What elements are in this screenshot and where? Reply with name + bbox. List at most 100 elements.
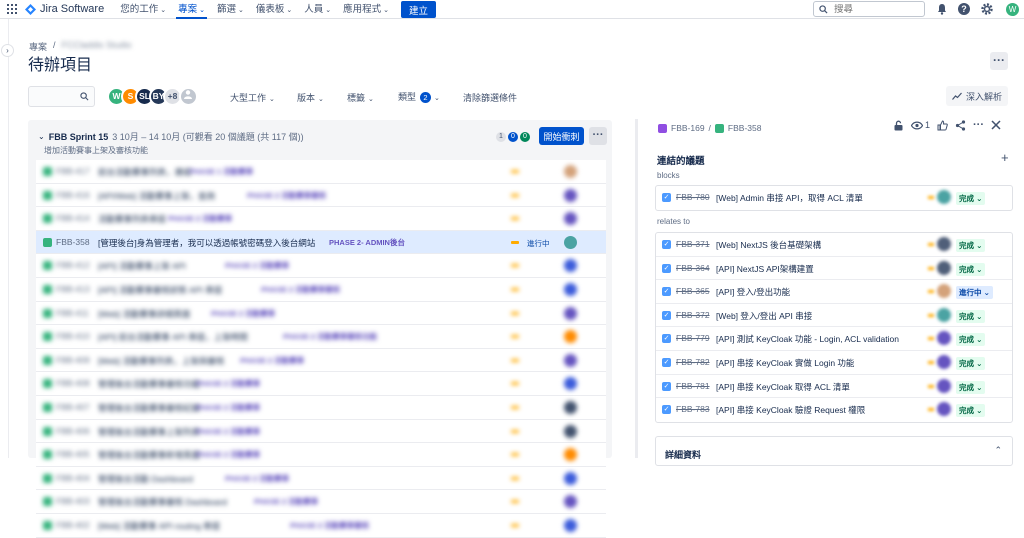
insights-button[interactable]: 深入解析 [946,86,1008,106]
linked-issue-row[interactable]: ✓ FBB-781 [API] 串接 KeyCloak 取得 ACL 清單 完成 ⌄ [656,375,1012,399]
linked-issue-summary[interactable]: [Web] NextJS 後台基礎架構 [716,239,821,251]
issue-summary[interactable]: [API] 活動賽事審核狀態 API 串接 [98,284,222,296]
issue-key[interactable]: FBB-402 [56,520,90,530]
settings-gear-icon[interactable] [980,2,994,16]
issue-key[interactable]: FBB-409 [56,355,90,365]
app-switcher-icon[interactable] [7,4,17,14]
assignee-avatar[interactable] [564,235,577,249]
assignee-avatar[interactable] [937,284,951,299]
add-people-button[interactable] [179,87,198,106]
epic-label[interactable]: PHASE 2 活動賽事審核 [290,520,369,531]
issue-summary[interactable]: 管理後台活動 Dashboard [98,473,193,485]
issue-key[interactable]: FBB-407 [56,402,90,412]
start-sprint-button[interactable]: 開始衝刺 [539,127,584,145]
add-link-plus-icon[interactable]: + [1001,150,1009,165]
linked-issue-summary[interactable]: [Web] 登入/登出 API 串接 [716,310,812,322]
assignee-avatar[interactable] [564,330,577,344]
user-avatar[interactable]: W [1006,3,1019,16]
issue-key[interactable]: FBB-417 [56,166,90,176]
issue-key[interactable]: FBB-411 [56,308,89,318]
nav-item[interactable]: 應用程式 ⌄ [337,0,395,19]
sprint-more-button[interactable]: ··· [589,127,607,145]
assignee-avatar[interactable] [564,282,577,296]
close-icon[interactable] [991,120,1001,130]
issue-row[interactable]: FBB-417 前台活動賽事列表，連結 PHASE 1 活動賽事 [36,160,606,184]
assignee-avatar[interactable] [564,471,577,485]
issue-key[interactable]: FBB-412 [56,260,90,270]
linked-issue-key[interactable]: FBB-783 [676,404,710,414]
epic-filter[interactable]: 大型工作 ⌄ [230,91,275,104]
issue-key[interactable]: FBB-403 [56,496,90,506]
issue-key[interactable]: FBB-358 [56,237,90,247]
epic-label[interactable]: PHASE 2 活動賽事 [254,496,318,507]
epic-label[interactable]: PHASE 2 活動賽事審核 [247,190,326,201]
issue-row[interactable]: FBB-413 [API] 活動賽事審核狀態 API 串接 PHASE 2 活動賽事… [36,277,606,302]
assignee-avatar[interactable] [937,260,951,275]
create-button[interactable]: 建立 [401,1,437,18]
chevron-down-icon[interactable]: ⌄ [38,132,45,141]
issue-summary[interactable]: 管理後台活動賽事新增頁面 [98,449,200,461]
assignee-avatar[interactable] [564,400,577,414]
epic-label[interactable]: PHASE 2 活動賽事 [168,213,232,224]
linked-issue-row[interactable]: ✓ FBB-779 [API] 測試 KeyCloak 功能 - Login, AC… [656,327,1012,351]
issue-row[interactable]: FBB-414 活動賽事列表串接 PHASE 2 活動賽事 [36,207,606,231]
epic-label[interactable]: PHASE 2 活動賽事 [196,449,260,460]
linked-issue-key[interactable]: FBB-779 [676,333,710,343]
linked-issue-key[interactable]: FBB-372 [676,310,710,320]
type-filter[interactable]: 類型 2 ⌄ [398,90,440,103]
status-dropdown[interactable]: 完成 ⌄ [956,380,986,394]
issue-row[interactable]: FBB-407 管理後台活動賽事審核紀錄 PHASE 2 活動賽事 [36,395,606,420]
issue-key[interactable]: FBB-410 [56,331,90,341]
issue-summary[interactable]: 管理後台活動賽事審核功能 [98,378,200,390]
linked-issue-row[interactable]: ✓ FBB-364 [API] NextJS API架構建置 完成 ⌄ [656,257,1012,281]
issue-key[interactable]: FBB-404 [56,473,90,483]
linked-issue-key[interactable]: FBB-365 [676,286,710,296]
issue-row[interactable]: FBB-404 管理後台活動 Dashboard PHASE 2 活動賽事 [36,466,606,491]
status-dropdown[interactable]: 完成 ⌄ [956,309,986,323]
linked-issue-row[interactable]: ✓ FBB-782 [API] 串接 KeyCloak 實做 Login 功能 完成 … [656,351,1012,375]
parent-issue-key[interactable]: FBB-169 [671,123,705,133]
status-dropdown[interactable]: 進行中 ⌄ [956,286,993,300]
issue-key[interactable]: FBB-358 [728,123,762,133]
linked-issue-key[interactable]: FBB-364 [676,263,710,273]
issue-summary[interactable]: [API] 活動賽事上架 API [98,260,186,272]
assignee-avatar[interactable] [564,165,577,178]
epic-label[interactable]: PHASE 2 活動賽事 [196,402,260,413]
label-filter[interactable]: 標籤 ⌄ [347,91,374,104]
issue-summary[interactable]: 前台活動賽事列表，連結 [98,166,192,178]
assignee-avatar[interactable] [564,377,577,391]
issue-summary[interactable]: [Web] 活動賽事列表，上架與審核 [98,355,224,367]
epic-label[interactable]: PHASE 2 活動賽事 [240,355,304,366]
issue-row[interactable]: FBB-358 [管理後台]身為管理者，我可以透過帳號密碼登入後台網站 PHASE … [36,230,606,255]
issue-row[interactable]: FBB-410 [API] 前台活動賽事 API 串接，上架時間 PHASE 2 活… [36,325,606,349]
linked-issue-row[interactable]: ✓ FBB-365 [API] 登入/登出功能 進行中 ⌄ [656,280,1012,304]
assignee-avatar[interactable] [564,212,577,226]
status-dropdown[interactable]: 完成 ⌄ [956,262,986,276]
issue-row[interactable]: FBB-416 [API/Web] 活動賽事上架，查詢 PHASE 2 活動賽事審核 [36,183,606,208]
chevron-up-icon[interactable]: ⌃ [994,445,1002,456]
issue-key[interactable]: FBB-414 [56,213,90,223]
version-filter[interactable]: 版本 ⌄ [297,91,324,104]
linked-issue-summary[interactable]: [API] 登入/登出功能 [716,286,790,298]
details-section[interactable]: 詳細資料 ⌃ [655,436,1013,466]
issue-summary[interactable]: [Web] 活動賽事詳細頁面 [98,308,190,320]
status-dropdown[interactable]: 進行中 [524,236,553,250]
backlog-search-input[interactable] [28,86,95,107]
issue-key[interactable]: FBB-408 [56,378,90,388]
issue-summary[interactable]: 活動賽事列表串接 [98,213,166,225]
assignee-avatar[interactable] [564,306,577,320]
expand-sidebar-chevron-icon[interactable]: › [1,44,14,57]
linked-issue-summary[interactable]: [API] 串接 KeyCloak 取得 ACL 清單 [716,381,850,393]
status-dropdown[interactable]: 完成 ⌄ [956,239,986,252]
more-actions-button[interactable]: ··· [990,52,1008,70]
nav-item[interactable]: 篩選 ⌄ [211,0,250,19]
linked-issue-summary[interactable]: [Web] Admin 串接 API，取得 ACL 清單 [716,192,863,204]
assignee-avatar[interactable] [937,190,951,204]
issue-key[interactable]: FBB-413 [56,284,90,294]
panel-resize-handle[interactable] [635,119,638,458]
issue-row[interactable]: FBB-408 管理後台活動賽事審核功能 PHASE 2 活動賽事 [36,372,606,396]
linked-issue-key[interactable]: FBB-781 [676,381,710,391]
issue-summary[interactable]: [API] 前台活動賽事 API 串接，上架時間 [98,331,248,343]
assignee-avatar[interactable] [564,353,577,367]
linked-issue-row[interactable]: ✓ FBB-371 [Web] NextJS 後台基礎架構 完成 ⌄ [656,233,1012,257]
